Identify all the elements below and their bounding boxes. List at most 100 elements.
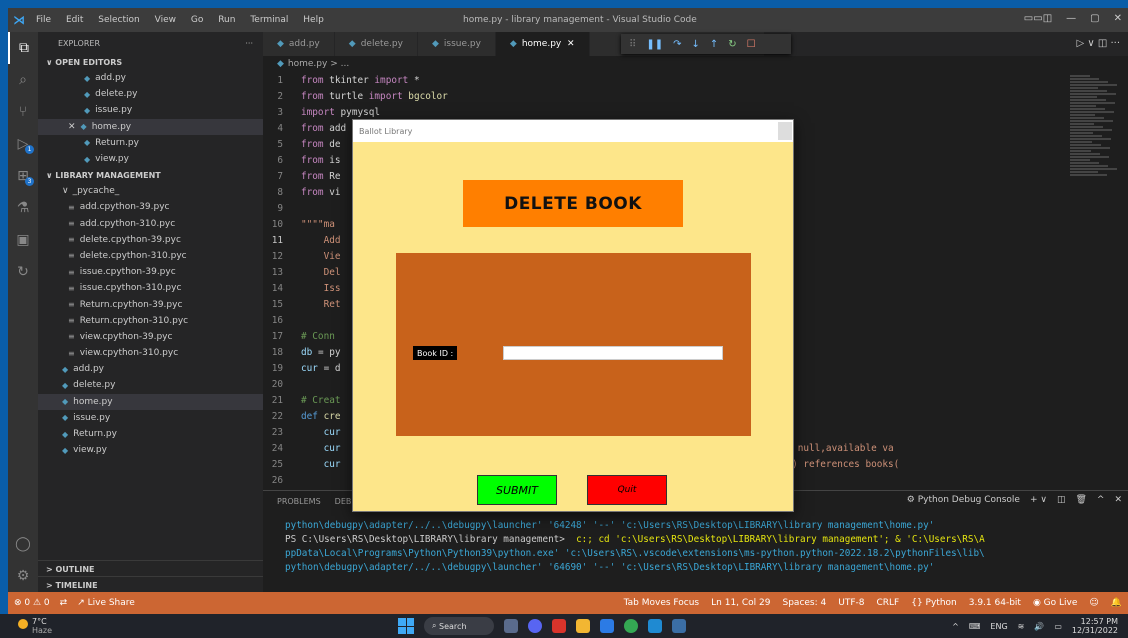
tab-add[interactable]: ◆ add.py [263, 32, 335, 56]
task-view-icon[interactable] [504, 619, 518, 633]
new-terminal-icon[interactable]: + ∨ [1030, 495, 1047, 505]
code-line[interactable]: 3 import pymysql [263, 104, 1118, 120]
file-item[interactable]: ◆ Return.py [38, 426, 263, 442]
breadcrumb[interactable]: ◆ home.py > ... [263, 56, 349, 72]
file-item[interactable]: ◆ issue.py [38, 410, 263, 426]
open-editor-item[interactable]: ✕ ◆ home.py [38, 118, 263, 135]
menu-go[interactable]: Go [191, 15, 203, 25]
indentation[interactable]: Spaces: 4 [783, 598, 827, 608]
quit-button[interactable]: Quit [587, 475, 667, 505]
open-editor-item[interactable]: ◆ add.py [38, 70, 263, 86]
testing-icon[interactable]: ⚗ [8, 192, 38, 224]
file-item[interactable]: ≡ view.cpython-310.pyc [38, 345, 263, 361]
python-taskbar-icon[interactable] [672, 619, 686, 633]
interpreter[interactable]: 3.9.1 64-bit [969, 598, 1021, 608]
tk-titlebar[interactable]: Ballot Library [353, 120, 793, 142]
extensions-icon[interactable]: ⊞ 3 [8, 160, 38, 192]
close-panel-icon[interactable]: ✕ [1114, 495, 1122, 505]
settings-gear-icon[interactable]: ⚙ [8, 560, 38, 592]
clock[interactable]: 12:57 PM 12/31/2022 [1072, 617, 1118, 635]
tab-delete[interactable]: ◆ delete.py [334, 32, 418, 56]
file-explorer-icon[interactable] [576, 619, 590, 633]
menu-selection[interactable]: Selection [98, 15, 139, 25]
battery-icon[interactable]: ▭ [1054, 622, 1062, 631]
terminal-output[interactable]: python\debugpy\adapter/../..\debugpy\lau… [263, 511, 1128, 575]
minimap[interactable] [1070, 74, 1118, 184]
file-item[interactable]: ≡ add.cpython-310.pyc [38, 216, 263, 232]
file-item[interactable]: ◆ view.py [38, 442, 263, 458]
account-icon[interactable]: ◯ [8, 528, 38, 560]
menu-edit[interactable]: Edit [66, 15, 83, 25]
menu-view[interactable]: View [155, 15, 176, 25]
bell-icon[interactable]: 🔔 [1111, 598, 1122, 608]
book-id-input[interactable] [503, 346, 723, 360]
folder-pycache[interactable]: ∨ _pycache_ [38, 183, 263, 199]
chrome-icon[interactable] [624, 619, 638, 633]
encoding[interactable]: UTF-8 [838, 598, 864, 608]
restart-icon[interactable]: ↻ [728, 39, 736, 50]
explorer-icon[interactable]: ⧉ [8, 32, 38, 64]
line-ending[interactable]: CRLF [876, 598, 899, 608]
problems-status[interactable]: ⊗ 0 ⚠ 0 [14, 598, 50, 608]
menu-file[interactable]: File [36, 15, 51, 25]
remote-icon[interactable]: ⇄ [60, 598, 68, 608]
terminal-selector[interactable]: ⚙ Python Debug Console [907, 495, 1020, 505]
wifi-icon[interactable]: ≋ [1018, 622, 1025, 631]
store-icon[interactable] [600, 619, 614, 633]
trash-icon[interactable]: 🗑 [1075, 495, 1086, 505]
file-item[interactable]: ≡ issue.cpython-39.pyc [38, 264, 263, 280]
tk-close-button[interactable] [778, 122, 792, 140]
more-actions-icon[interactable]: ··· [245, 39, 253, 48]
timeline-section[interactable]: > TIMELINE [38, 576, 263, 593]
vscode-taskbar-icon[interactable] [648, 619, 662, 633]
weather-widget[interactable]: 7°C Haze [18, 617, 52, 635]
pdf-reader-icon[interactable] [552, 619, 566, 633]
close-tab-icon[interactable]: ✕ [567, 39, 575, 49]
source-control-icon[interactable]: ⑂ [8, 96, 38, 128]
file-item[interactable]: ≡ delete.cpython-310.pyc [38, 248, 263, 264]
menu-terminal[interactable]: Terminal [250, 15, 288, 25]
feedback-icon[interactable]: ☺ [1089, 598, 1098, 608]
folder-section[interactable]: ∨ LIBRARY MANAGEMENT [38, 167, 263, 183]
close-icon[interactable]: ✕ [1114, 13, 1122, 24]
run-split-actions[interactable]: ▷ ∨ ◫ ··· [1076, 38, 1120, 49]
tab-moves-focus[interactable]: Tab Moves Focus [624, 598, 700, 608]
file-item[interactable]: ≡ issue.cpython-310.pyc [38, 280, 263, 296]
tab-issue[interactable]: ◆ issue.py [417, 32, 496, 56]
open-editor-item[interactable]: ◆ view.py [38, 151, 263, 167]
open-editor-item[interactable]: ◆ delete.py [38, 86, 263, 102]
search-icon[interactable]: ⌕ [8, 64, 38, 96]
keyboard-icon[interactable]: ⌨ [969, 622, 981, 631]
split-terminal-icon[interactable]: ◫ [1057, 495, 1066, 505]
file-item[interactable]: ≡ delete.cpython-39.pyc [38, 232, 263, 248]
file-item[interactable]: ◆ add.py [38, 361, 263, 377]
file-item[interactable]: ◆ delete.py [38, 377, 263, 393]
outline-section[interactable]: > OUTLINE [38, 560, 263, 577]
live-share-icon[interactable]: ↻ [8, 256, 38, 288]
minimize-icon[interactable]: — [1066, 13, 1076, 24]
open-editor-item[interactable]: ◆ issue.py [38, 102, 263, 118]
file-item[interactable]: ≡ Return.cpython-39.pyc [38, 296, 263, 312]
file-item[interactable]: ≡ Return.cpython-310.pyc [38, 313, 263, 329]
submit-button[interactable]: SUBMIT [477, 475, 557, 505]
cursor-position[interactable]: Ln 11, Col 29 [711, 598, 770, 608]
drag-handle-icon[interactable]: ⠿ [629, 39, 636, 50]
tray-chevron-icon[interactable]: ^ [952, 622, 959, 631]
menu-run[interactable]: Run [218, 15, 235, 25]
language-mode[interactable]: {} Python [911, 598, 957, 608]
code-line[interactable]: 1 from tkinter import * [263, 72, 1118, 88]
step-out-icon[interactable]: ↑ [710, 39, 718, 50]
chat-icon[interactable] [528, 619, 542, 633]
taskbar-search[interactable]: ⌕ Search [424, 617, 494, 635]
chevron-up-icon[interactable]: ^ [1097, 495, 1105, 505]
run-debug-icon[interactable]: ▷ 1 [8, 128, 38, 160]
open-editors-section[interactable]: ∨ OPEN EDITORS [38, 54, 263, 70]
windows-start-icon[interactable] [398, 618, 414, 634]
go-live[interactable]: ◉ Go Live [1033, 598, 1077, 608]
live-share-status[interactable]: ↗ Live Share [77, 598, 135, 608]
code-line[interactable]: 2 from turtle import bgcolor [263, 88, 1118, 104]
language-indicator[interactable]: ENG [990, 622, 1007, 631]
step-into-icon[interactable]: ↓ [691, 39, 699, 50]
open-editor-item[interactable]: ◆ Return.py [38, 135, 263, 151]
file-item[interactable]: ≡ view.cpython-39.pyc [38, 329, 263, 345]
